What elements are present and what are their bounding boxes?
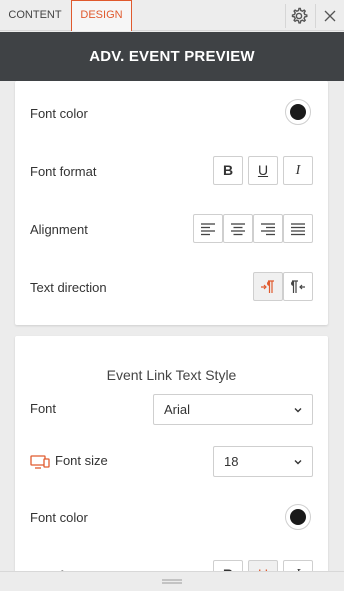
font-size-label: Font size [55, 453, 108, 468]
link-style-title: Event Link Text Style [106, 367, 237, 383]
ltr-icon [261, 280, 274, 293]
font-format-label: Font format [30, 164, 97, 179]
alignment-label: Alignment [30, 222, 88, 237]
italic-button[interactable]: I [283, 156, 313, 185]
ltr-button[interactable] [253, 272, 283, 301]
link-bold-button[interactable]: B [213, 560, 243, 571]
settings-panel[interactable]: Font color Font format B U I Alignment T… [0, 81, 344, 571]
link-style-card: Event Link Text Style Font Arial Font si… [15, 336, 328, 571]
resize-grip-icon[interactable] [162, 579, 182, 585]
align-center-icon [231, 223, 245, 236]
rtl-button[interactable] [283, 272, 313, 301]
bottom-bar [0, 571, 344, 591]
close-button[interactable] [315, 4, 341, 28]
align-justify-icon [291, 223, 305, 236]
tab-content[interactable]: CONTENT [0, 0, 70, 31]
font-size-select-value: 18 [224, 454, 239, 469]
settings-button[interactable] [285, 4, 309, 28]
font-color-swatch[interactable] [285, 99, 311, 125]
color-dot [290, 509, 306, 525]
link-font-color-swatch[interactable] [285, 504, 311, 530]
link-underline-button[interactable]: U [248, 560, 278, 571]
link-italic-button[interactable]: I [283, 560, 313, 571]
align-left-button[interactable] [193, 214, 223, 243]
text-style-card: Font color Font format B U I Alignment T… [15, 81, 328, 325]
chevron-down-icon [294, 408, 302, 413]
top-tab-bar: CONTENT DESIGN [0, 0, 344, 31]
desktop-icon [30, 455, 50, 469]
close-icon [324, 10, 336, 22]
page-title: ADV. EVENT PREVIEW [0, 32, 344, 81]
font-color-label: Font color [30, 106, 88, 121]
font-select-value: Arial [164, 402, 191, 417]
gear-icon [291, 7, 308, 24]
align-center-button[interactable] [223, 214, 253, 243]
chevron-down-icon [294, 460, 302, 465]
text-direction-label: Text direction [30, 280, 107, 295]
link-font-color-label: Font color [30, 510, 88, 525]
font-size-select[interactable]: 18 [213, 446, 313, 477]
align-left-icon [201, 223, 215, 236]
underline-button[interactable]: U [248, 156, 278, 185]
font-select[interactable]: Arial [153, 394, 313, 425]
bold-button[interactable]: B [213, 156, 243, 185]
align-justify-button[interactable] [283, 214, 313, 243]
rtl-icon [291, 280, 305, 293]
align-right-button[interactable] [253, 214, 283, 243]
align-right-icon [261, 223, 275, 236]
tab-design[interactable]: DESIGN [71, 0, 132, 31]
color-dot [290, 104, 306, 120]
font-label: Font [30, 401, 57, 416]
